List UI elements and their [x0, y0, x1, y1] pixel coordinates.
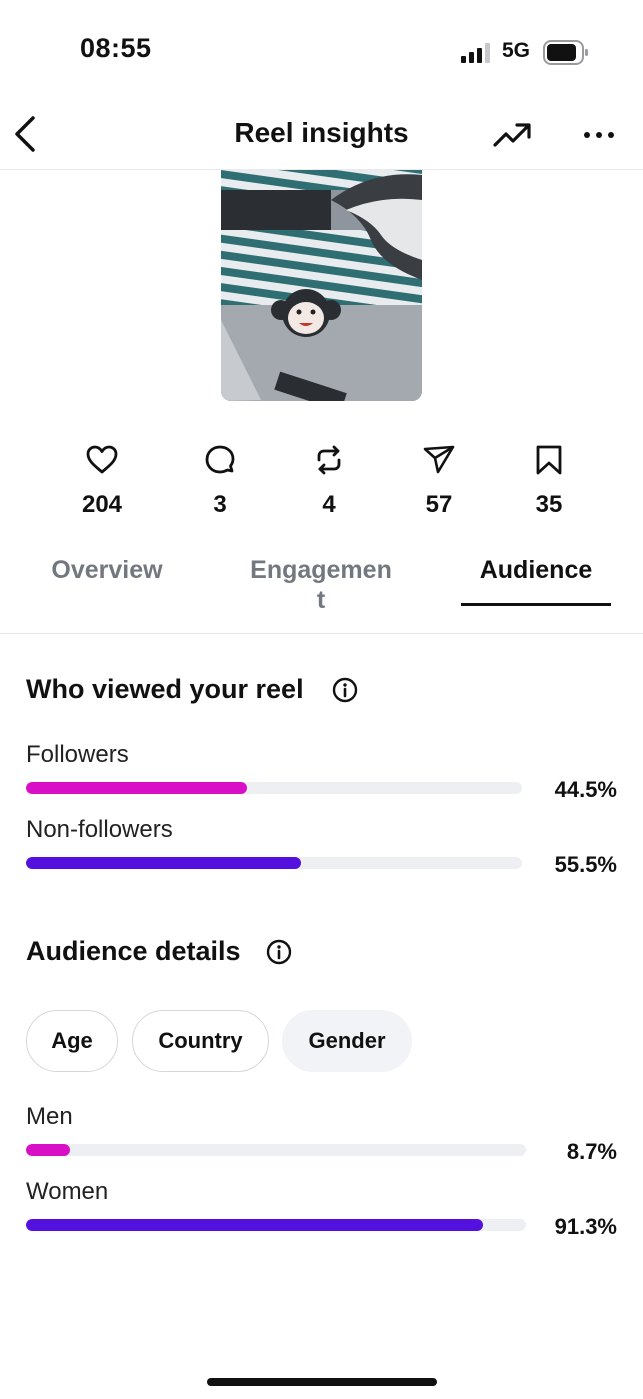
trending-icon[interactable] — [492, 119, 532, 151]
women-bar — [26, 1219, 526, 1231]
comment-icon — [205, 445, 235, 474]
tab-audience[interactable]: Audience — [456, 555, 616, 585]
reel-thumbnail[interactable] — [221, 170, 422, 401]
tabs-divider — [0, 633, 643, 634]
followers-bar-fill — [26, 782, 247, 794]
tab-engagement[interactable]: Engagemen t — [241, 555, 401, 615]
repost-icon — [317, 445, 341, 475]
comments-count: 3 — [213, 491, 227, 518]
bookmark-icon — [536, 445, 562, 475]
women-label: Women — [26, 1178, 109, 1205]
likes-stat: 204 — [62, 443, 142, 519]
men-bar-fill — [26, 1144, 70, 1156]
followers-label: Followers — [26, 741, 129, 768]
heart-icon — [86, 445, 118, 474]
followers-bar — [26, 782, 522, 794]
men-percent: 8.7% — [566, 1139, 617, 1164]
info-icon[interactable] — [266, 939, 292, 965]
more-options-icon[interactable] — [582, 125, 616, 145]
home-indicator[interactable] — [207, 1378, 437, 1386]
women-percent: 91.3% — [554, 1214, 617, 1239]
reposts-count: 4 — [322, 491, 336, 518]
saves-count: 35 — [535, 491, 563, 518]
filter-chip-age[interactable]: Age — [26, 1010, 118, 1072]
non-followers-bar — [26, 857, 522, 869]
filter-chip-gender[interactable]: Gender — [282, 1010, 412, 1072]
shares-stat: 57 — [399, 443, 479, 519]
info-icon[interactable] — [332, 677, 358, 703]
audience-section-title: Audience details — [26, 936, 241, 966]
network-type: 5G — [502, 39, 531, 62]
likes-count: 204 — [81, 491, 123, 518]
page-title: Reel insights — [234, 117, 409, 148]
filter-chip-country[interactable]: Country — [132, 1010, 269, 1072]
viewers-section-title: Who viewed your reel — [26, 674, 304, 704]
tab-overview[interactable]: Overview — [27, 555, 187, 585]
non-followers-percent: 55.5% — [554, 852, 617, 877]
men-label: Men — [26, 1103, 73, 1130]
active-tab-indicator — [461, 603, 611, 606]
signal-icon — [461, 43, 490, 63]
reposts-stat: 4 — [289, 443, 369, 519]
non-followers-label: Non-followers — [26, 816, 173, 843]
shares-count: 57 — [425, 491, 453, 518]
share-icon — [423, 445, 455, 474]
non-followers-bar-fill — [26, 857, 302, 869]
saves-stat: 35 — [509, 443, 589, 519]
men-bar — [26, 1144, 526, 1156]
comments-stat: 3 — [180, 443, 260, 519]
women-bar-fill — [26, 1219, 483, 1231]
battery-icon — [543, 40, 588, 65]
status-time: 08:55 — [80, 33, 152, 63]
followers-percent: 44.5% — [554, 777, 617, 802]
